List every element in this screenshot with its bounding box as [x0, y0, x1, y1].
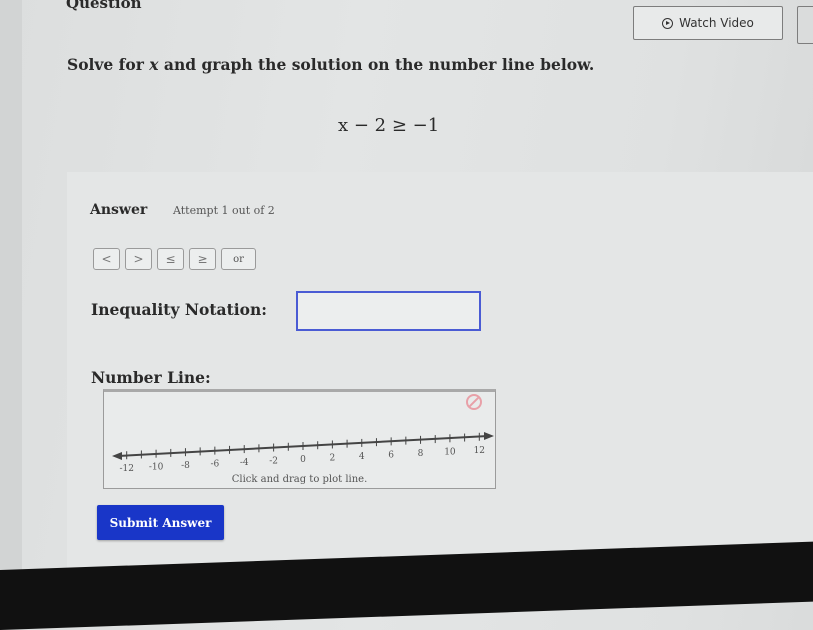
tick-label: 0: [300, 455, 306, 465]
attempt-counter: Attempt 1 out of 2: [173, 204, 275, 217]
greater-equal-button[interactable]: ≥: [189, 248, 216, 270]
tick-label: 6: [388, 450, 394, 460]
tick-label: 4: [359, 452, 365, 462]
prompt-text: Solve for: [67, 55, 150, 74]
tick-label: -2: [269, 457, 278, 467]
greater-than-button[interactable]: >: [125, 248, 152, 270]
number-line-label: Number Line:: [91, 368, 211, 387]
clear-icon[interactable]: [466, 394, 482, 410]
left-edge: [0, 0, 22, 583]
question-prompt: Solve for x and graph the solution on th…: [67, 55, 594, 74]
equation: x − 2 ≥ −1: [338, 115, 440, 136]
prompt-variable: x: [149, 55, 159, 74]
submit-answer-button[interactable]: Submit Answer: [97, 505, 224, 540]
number-line-hint: Click and drag to plot line.: [231, 474, 368, 485]
tick-label: 2: [330, 453, 336, 463]
less-equal-button[interactable]: ≤: [157, 248, 184, 270]
tick-label: -12: [119, 464, 134, 474]
watch-video-label: Watch Video: [679, 16, 754, 30]
tick-label: -10: [149, 463, 164, 473]
tick-label: -6: [210, 460, 219, 470]
tick-label: -8: [181, 461, 190, 471]
inequality-notation-label: Inequality Notation:: [91, 300, 267, 319]
question-heading: Question: [66, 0, 142, 12]
tick-label: 10: [444, 447, 456, 457]
tick-label: -4: [240, 458, 249, 468]
less-than-button[interactable]: <: [93, 248, 120, 270]
prompt-text-end: and graph the solution on the number lin…: [158, 55, 595, 74]
tick-label: 8: [418, 449, 424, 459]
play-circle-icon: [662, 17, 674, 29]
or-button[interactable]: or: [221, 248, 256, 270]
tick-label: 12: [474, 446, 485, 456]
answer-heading: Answer: [90, 202, 148, 218]
watch-video-button[interactable]: Watch Video: [633, 6, 783, 40]
partial-button[interactable]: [797, 6, 813, 44]
symbol-toolbar: < > ≤ ≥ or: [93, 248, 256, 270]
right-arrow-icon: [484, 432, 494, 440]
left-arrow-icon: [112, 452, 122, 460]
inequality-notation-input[interactable]: [296, 291, 481, 331]
